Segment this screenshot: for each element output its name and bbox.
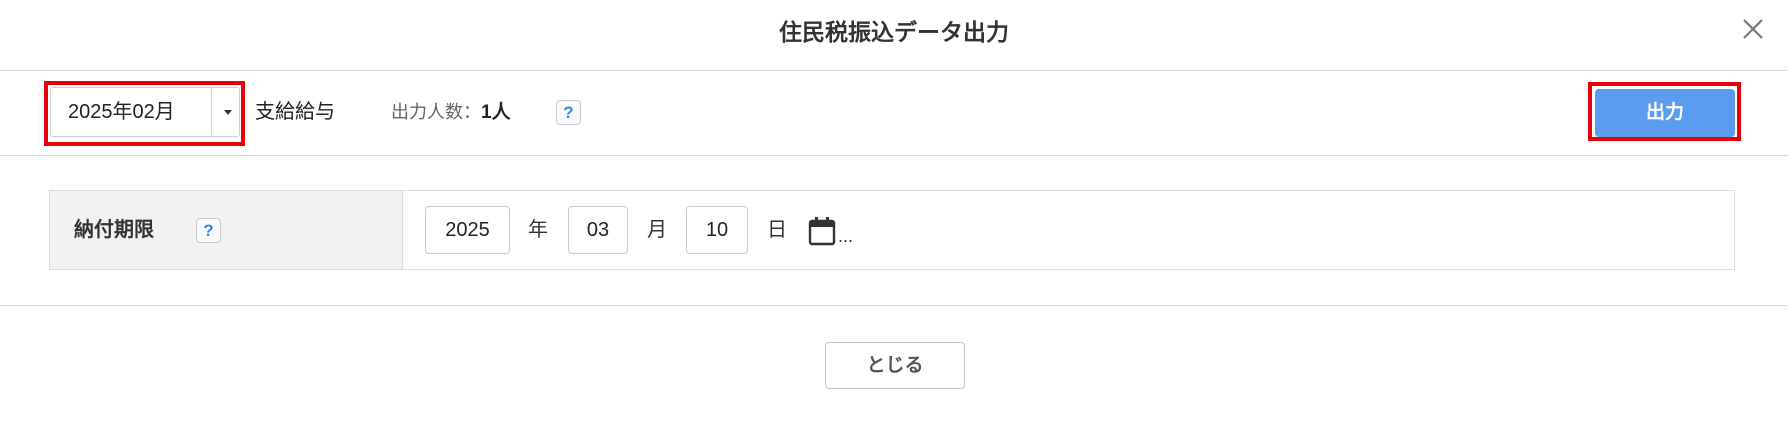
chevron-down-icon[interactable] bbox=[224, 110, 232, 115]
deadline-year-input[interactable]: 2025 bbox=[425, 206, 510, 254]
deadline-label: 納付期限 bbox=[74, 219, 154, 241]
year-unit-label: 年 bbox=[528, 219, 548, 241]
calendar-icon[interactable] bbox=[808, 216, 836, 246]
output-count-label: 出力人数： bbox=[391, 102, 481, 122]
header-divider bbox=[0, 70, 1788, 71]
deadline-row: 納付期限 bbox=[49, 190, 1735, 270]
payment-type-label: 支給給与 bbox=[255, 101, 335, 123]
close-icon[interactable] bbox=[1741, 17, 1765, 41]
dialog-title: 住民税振込データ出力 bbox=[779, 19, 1009, 45]
output-count-value: 1人 bbox=[481, 102, 511, 123]
period-select[interactable]: 2025年02月 bbox=[50, 87, 240, 137]
month-unit-label: 月 bbox=[647, 219, 667, 241]
footer-divider bbox=[0, 305, 1788, 306]
deadline-help-icon[interactable]: ? bbox=[196, 218, 221, 243]
output-button[interactable]: 出力 bbox=[1595, 89, 1735, 137]
deadline-month-input[interactable]: 03 bbox=[568, 206, 628, 254]
period-select-value: 2025年02月 bbox=[68, 101, 175, 123]
help-icon[interactable]: ? bbox=[556, 100, 581, 125]
output-count: 出力人数：1人 bbox=[391, 92, 511, 133]
close-button[interactable]: とじる bbox=[825, 342, 965, 389]
select-divider bbox=[211, 88, 212, 136]
deadline-label-cell: 納付期限 bbox=[50, 191, 403, 269]
toolbar-divider bbox=[0, 155, 1788, 156]
day-unit-label: 日 bbox=[767, 219, 787, 241]
deadline-day-input[interactable]: 10 bbox=[686, 206, 748, 254]
more-ellipsis: ... bbox=[838, 226, 854, 246]
